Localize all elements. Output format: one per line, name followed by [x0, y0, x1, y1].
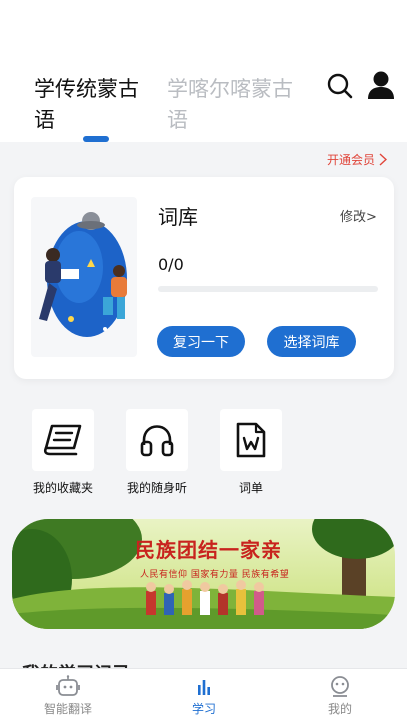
- chevron-right-icon: [379, 153, 388, 166]
- nav-study[interactable]: 学习: [164, 675, 244, 717]
- headphones-icon: [140, 425, 174, 457]
- chart-icon: [198, 680, 210, 695]
- choose-vocab-button[interactable]: 选择词库: [267, 326, 356, 357]
- robot-icon: [56, 675, 80, 696]
- nav-profile[interactable]: 我的: [300, 675, 380, 717]
- top-bar: 学传统蒙古语 学喀尔喀蒙古语: [0, 0, 407, 142]
- search-icon[interactable]: [326, 72, 354, 100]
- tab-active-indicator: [83, 136, 109, 142]
- profile-icon: [331, 676, 349, 697]
- vocab-title: 词库: [158, 205, 198, 229]
- shortcut-favorites-label: 我的收藏夹: [32, 481, 93, 495]
- shortcut-favorites-box: [32, 409, 94, 471]
- vocab-edit-link[interactable]: 修改>: [340, 206, 377, 225]
- word-doc-icon: [236, 422, 266, 458]
- shortcut-listen-box: [126, 409, 188, 471]
- tab-khalkha-mongolian[interactable]: 学喀尔喀蒙古语: [167, 74, 307, 136]
- bottom-nav: 智能翻译 学习 我的: [0, 668, 407, 723]
- book-icon: [43, 424, 82, 456]
- shortcut-listen-label: 我的随身听: [126, 481, 187, 495]
- nav-profile-label: 我的: [327, 702, 352, 716]
- nav-translate[interactable]: 智能翻译: [28, 675, 108, 717]
- shortcut-wordlist-label: 词单: [238, 481, 263, 495]
- nav-study-label: 学习: [191, 702, 216, 716]
- shortcut-favorites[interactable]: 我的收藏夹: [23, 409, 103, 496]
- shortcut-listen[interactable]: 我的随身听: [117, 409, 197, 496]
- banner-subtitle: 人民有信仰 国家有力量 民族有希望: [140, 570, 290, 580]
- review-button[interactable]: 复习一下: [157, 326, 245, 357]
- nav-translate-label: 智能翻译: [43, 702, 92, 716]
- promo-banner[interactable]: 民族团结一家亲 人民有信仰 国家有力量 民族有希望: [12, 519, 395, 629]
- shortcut-wordlist-box: [220, 409, 282, 471]
- tab-traditional-mongolian[interactable]: 学传统蒙古语: [34, 74, 152, 136]
- vocab-progress-text: 0/0: [158, 255, 184, 274]
- vip-link[interactable]: 开通会员: [327, 151, 388, 168]
- vocab-card: 词库 修改> 0/0 复习一下 选择词库: [14, 177, 394, 379]
- user-icon[interactable]: [367, 70, 395, 100]
- vocab-progress-bar: [158, 286, 378, 292]
- reading-illustration: [31, 197, 137, 357]
- shortcut-wordlist[interactable]: 词单: [211, 409, 291, 496]
- banner-title: 民族团结一家亲: [135, 538, 282, 562]
- vip-link-label: 开通会员: [327, 153, 376, 167]
